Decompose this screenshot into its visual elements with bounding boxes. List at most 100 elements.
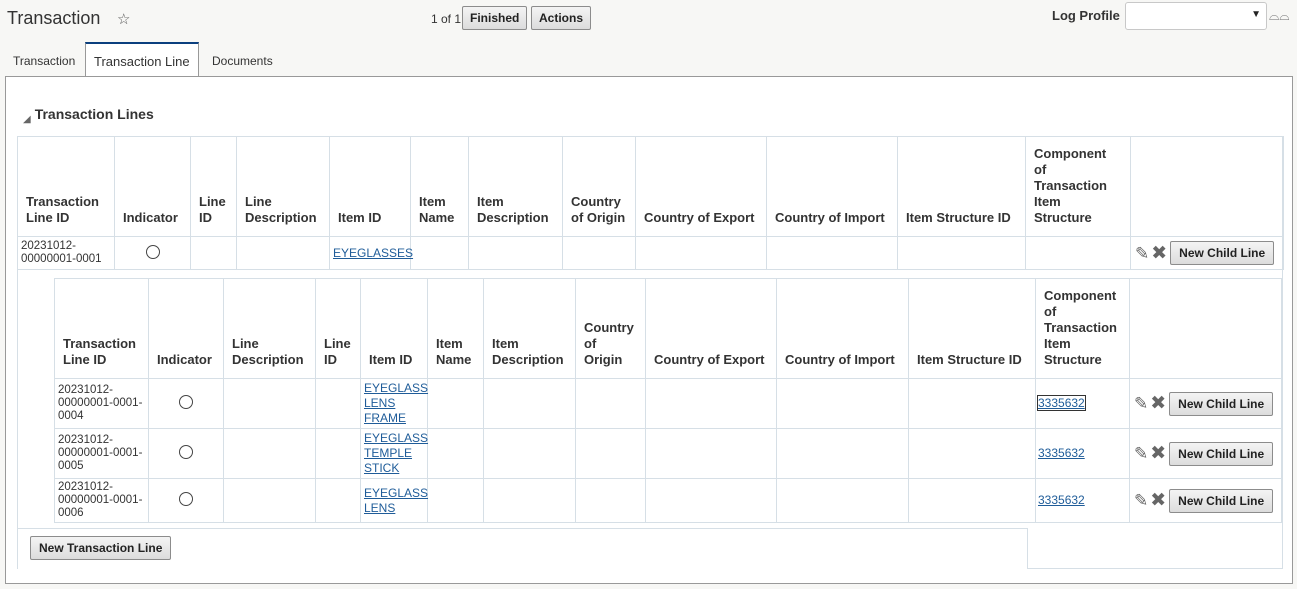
actions-cell: ✎ ✖ New Child Line (1129, 428, 1282, 479)
child-col-item-id: Item ID (360, 278, 428, 379)
child-col-item-name: Item Name (427, 278, 484, 379)
item-name-value (427, 428, 484, 479)
component-cell: 3335632 (1035, 428, 1130, 479)
item-description-value (483, 478, 576, 523)
edit-pencil-icon[interactable]: ✎ (1134, 492, 1148, 509)
item-id-link[interactable]: EYEGLASS LENS (364, 486, 428, 515)
new-transaction-line-button[interactable]: New Transaction Line (30, 536, 172, 560)
edit-pencil-icon[interactable]: ✎ (1134, 445, 1148, 462)
country-origin-value (575, 428, 646, 479)
component-cell: 3335632 (1035, 378, 1130, 429)
delete-x-icon[interactable]: ✖ (1150, 444, 1166, 463)
child-col-item-description: Item Description (483, 278, 576, 379)
line-description-value (223, 478, 316, 523)
delete-x-icon[interactable]: ✖ (1150, 394, 1166, 413)
table-row[interactable]: 20231012-00000001-0001-0005 EYEGLASS TEM… (54, 428, 1282, 479)
col-item-structure-id: Item Structure ID (897, 136, 1026, 237)
tab-transaction-line[interactable]: Transaction Line (85, 42, 199, 78)
edit-pencil-icon[interactable]: ✎ (1135, 245, 1149, 262)
item-id-cell: EYEGLASSES (329, 236, 413, 270)
col-country-of-import: Country of Import (766, 136, 898, 237)
country-import-value (776, 428, 909, 479)
item-description-value (483, 428, 576, 479)
finished-button[interactable]: Finished (462, 6, 528, 30)
edit-pencil-icon[interactable]: ✎ (1134, 395, 1148, 412)
grid-footer: New Transaction Line (18, 528, 1028, 569)
component-link[interactable]: 3335632 (1038, 493, 1085, 507)
item-description-value (468, 236, 563, 270)
child-col-component: Component of Transaction Item Structure (1035, 278, 1130, 379)
line-id-cell: 20231012-00000001-0001-0005 (54, 428, 149, 479)
component-link[interactable]: 3335632 (1038, 446, 1085, 460)
new-child-line-button[interactable]: New Child Line (1170, 241, 1275, 265)
item-id-cell: EYEGLASS TEMPLE STICK (360, 428, 428, 479)
table-row[interactable]: 20231012-00000001-0001 EYEGLASSES ✎ ✖ New … (17, 236, 1284, 270)
new-child-line-button[interactable]: New Child Line (1169, 391, 1274, 416)
section-header[interactable]: ◢ Transaction Lines (23, 106, 154, 125)
col-actions (1130, 136, 1284, 237)
col-indicator: Indicator (114, 136, 191, 237)
country-origin-value (562, 236, 636, 270)
col-country-of-export: Country of Export (635, 136, 767, 237)
glasses-icon[interactable]: ⌓⌓ (1269, 8, 1290, 24)
tab-transaction[interactable]: Transaction (5, 42, 83, 77)
actions-cell: ✎ ✖ New Child Line (1129, 478, 1282, 523)
item-name-value (427, 478, 484, 523)
country-export-value (645, 428, 777, 479)
child-lines-table: Transaction Line ID Indicator Line Descr… (54, 278, 1282, 523)
indicator-radio[interactable] (179, 492, 193, 506)
table-row[interactable]: 20231012-00000001-0001-0004 EYEGLASS LEN… (54, 378, 1282, 429)
indicator-cell[interactable] (148, 428, 224, 479)
col-item-description: Item Description (468, 136, 563, 237)
line-description-value (236, 236, 330, 270)
record-counter: 1 of 1 (431, 12, 462, 26)
col-line-description: Line Description (236, 136, 330, 237)
indicator-cell[interactable] (114, 236, 191, 270)
child-col-line-description: Line Description (223, 278, 316, 379)
item-id-cell: EYEGLASS LENS FRAME (360, 378, 428, 429)
collapse-triangle-icon[interactable]: ◢ (23, 114, 31, 125)
col-item-id: Item ID (329, 136, 411, 237)
child-col-line-id: Line ID (315, 278, 361, 379)
country-import-value (776, 478, 909, 523)
item-id-cell: EYEGLASS LENS (360, 478, 428, 523)
country-import-value (766, 236, 898, 270)
item-name-value (427, 378, 484, 429)
col-item-name: Item Name (410, 136, 469, 237)
country-import-value (776, 378, 909, 429)
item-id-link[interactable]: EYEGLASSES (333, 246, 413, 260)
line-id-cell: 20231012-00000001-0001-0006 (54, 478, 149, 523)
country-export-value (645, 378, 777, 429)
delete-x-icon[interactable]: ✖ (1151, 244, 1167, 263)
indicator-radio[interactable] (179, 445, 193, 459)
page-title: Transaction (7, 8, 101, 28)
line-id-value (315, 478, 361, 523)
line-id-value (315, 428, 361, 479)
log-profile-select[interactable]: ▼ (1125, 2, 1267, 30)
indicator-cell[interactable] (148, 478, 224, 523)
indicator-radio[interactable] (179, 395, 193, 409)
item-description-value (483, 378, 576, 429)
favorite-star-icon[interactable]: ☆ (117, 10, 130, 28)
line-id-cell: 20231012-00000001-0001-0004 (54, 378, 149, 429)
actions-cell: ✎ ✖ New Child Line (1130, 236, 1284, 270)
new-child-line-button[interactable]: New Child Line (1169, 488, 1274, 513)
col-transaction-line-id: Transaction Line ID (17, 136, 115, 237)
line-id-value (190, 236, 237, 270)
log-profile-label: Log Profile (1052, 8, 1120, 23)
item-id-link[interactable]: EYEGLASS TEMPLE STICK (364, 431, 428, 475)
child-col-country-of-origin: Country of Origin (575, 278, 646, 379)
indicator-radio[interactable] (145, 244, 160, 259)
actions-button[interactable]: Actions (531, 6, 592, 30)
new-child-line-button[interactable]: New Child Line (1169, 441, 1274, 466)
parent-lines-table: Transaction Line ID Indicator Line ID Li… (17, 136, 1284, 270)
table-row[interactable]: 20231012-00000001-0001-0006 EYEGLASS LEN… (54, 478, 1282, 523)
tab-documents[interactable]: Documents (204, 42, 281, 77)
item-id-link[interactable]: EYEGLASS LENS FRAME (364, 381, 428, 425)
col-line-id: Line ID (190, 136, 237, 237)
indicator-cell[interactable] (148, 378, 224, 429)
line-id-cell: 20231012-00000001-0001 (17, 236, 115, 270)
col-component: Component of Transaction Item Structure (1025, 136, 1131, 237)
component-link[interactable]: 3335632 (1037, 395, 1086, 411)
delete-x-icon[interactable]: ✖ (1150, 491, 1166, 510)
